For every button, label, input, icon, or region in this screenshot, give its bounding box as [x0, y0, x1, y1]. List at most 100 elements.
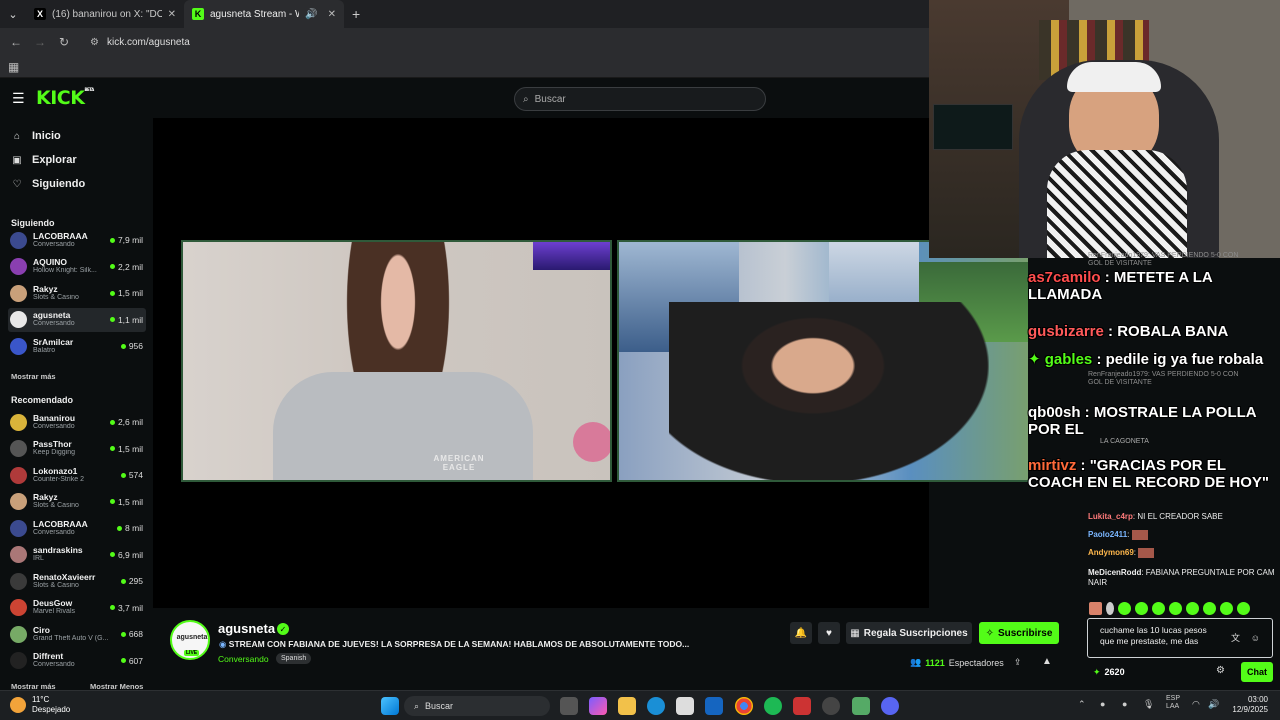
emote-icon[interactable] [1106, 602, 1114, 615]
gift-subs-button[interactable]: ▦ Regala Suscripciones [846, 622, 972, 644]
wifi-icon[interactable]: ◠ [1192, 699, 1200, 710]
new-tab-button[interactable]: + [344, 6, 368, 22]
sidebar-channel[interactable]: Ciro Grand Theft Auto V (G... 668 [8, 622, 146, 646]
url-field[interactable]: ⚙ kick.com/agusneta [84, 32, 190, 52]
channel-avatar [10, 258, 27, 275]
volume-icon[interactable]: 🔊 [1208, 699, 1219, 710]
subscribe-button[interactable]: ✧ Suscribirse [979, 622, 1059, 644]
language-indicator[interactable]: ESP LAA [1166, 695, 1180, 712]
sidebar-channel[interactable]: Rakyz Slots & Casino 1,5 mil [8, 281, 146, 305]
chat-input[interactable]: cuchame las 10 lucas pesos que me presta… [1087, 618, 1273, 658]
video-player[interactable]: AMERICAN EAGLE [153, 118, 1037, 608]
nav-following[interactable]: ♡ Siguiendo [12, 178, 142, 190]
tray-icon[interactable]: ● [1100, 699, 1105, 709]
app-icon[interactable] [822, 697, 840, 715]
store-icon[interactable] [676, 697, 694, 715]
sidebar-channel[interactable]: agusneta Conversando 1,1 mil [8, 307, 146, 332]
sidebar-channel[interactable]: DeusGow Marvel Rivals 3,7 mil [8, 596, 146, 620]
sidebar-channel[interactable]: AQUINO Hollow Knight: Silk... 2,2 mil [8, 255, 146, 279]
emote-icon[interactable] [1135, 602, 1148, 615]
sidebar-channel[interactable]: Diffrent Conversando 607 [8, 649, 146, 673]
emote-icon[interactable] [1186, 602, 1199, 615]
stream-category[interactable]: Conversando [218, 654, 269, 664]
tab-search-icon[interactable]: ⌄ [0, 0, 26, 28]
sidebar-channel[interactable]: Bananirou Conversando 2,6 mil [8, 410, 146, 434]
browser-tab-kick[interactable]: K agusneta Stream - Watch L 🔊 ✕ [184, 0, 344, 28]
file-explorer-icon[interactable] [618, 697, 636, 715]
viewer-count: 👥 1121 Espectadores [910, 657, 1004, 668]
translate-icon[interactable]: 文 [1231, 632, 1240, 644]
heart-icon: ♥ [826, 627, 832, 639]
channel-category: Conversando [33, 240, 75, 248]
sidebar-channel[interactable]: sandraskins IRL 6,9 mil [8, 543, 146, 567]
spotify-icon[interactable] [764, 697, 782, 715]
emote-icon[interactable] [1089, 602, 1102, 615]
site-info-icon[interactable]: ⚙ [90, 37, 99, 48]
app-icon[interactable] [793, 697, 811, 715]
show-more-following[interactable]: Mostrar más [11, 372, 56, 381]
discord-icon[interactable] [881, 697, 899, 715]
sidebar-channel[interactable]: SrAmilcar Balatro 956 [8, 334, 146, 358]
sidebar-channel[interactable]: LACOBRAAA Conversando 8 mil [8, 516, 146, 540]
windows-start-icon[interactable] [381, 697, 399, 715]
recommended-section-title: Recomendado [11, 395, 74, 405]
chrome-icon[interactable] [735, 697, 753, 715]
sidebar-channel[interactable]: RenatoXavieerr Slots & Casino 295 [8, 569, 146, 593]
sidebar-channel[interactable]: PassThor Keep Digging 1,5 mil [8, 437, 146, 461]
live-dot-icon [120, 578, 126, 584]
mic-icon[interactable]: 🎙 [1143, 699, 1154, 710]
share-icon[interactable]: ⇪ [1014, 657, 1022, 668]
channel-avatar [10, 625, 27, 643]
emote-icon[interactable] [1152, 602, 1165, 615]
tray-chevron-icon[interactable]: ⌃ [1078, 699, 1086, 710]
streamer-avatar[interactable]: agusneta LIVE [170, 620, 210, 660]
streamer-name[interactable]: agusneta [218, 621, 275, 636]
report-icon[interactable]: ▲ [1042, 656, 1052, 667]
nav-explore[interactable]: ▣ Explorar [12, 154, 142, 166]
channel-avatar [10, 572, 27, 590]
kick-logo[interactable]: KICKBETA [36, 87, 94, 109]
browser-tab-x[interactable]: X (16) bananirou on X: "DOMINGO ✕ [26, 0, 184, 28]
taskbar-search[interactable]: ⌕ Buscar [404, 696, 550, 716]
speaker-icon[interactable]: 🔊 [305, 9, 317, 20]
menu-icon[interactable]: ☰ [12, 90, 25, 107]
notifications-button[interactable]: 🔔 [790, 622, 812, 644]
app-icon[interactable] [852, 697, 870, 715]
tray-icon[interactable]: ● [1122, 699, 1127, 709]
emote-icon[interactable] [1118, 602, 1131, 615]
emote-icon[interactable] [1203, 602, 1216, 615]
copilot-icon[interactable] [589, 697, 607, 715]
weather-widget[interactable]: 11°C Despejado [10, 695, 70, 714]
task-view-icon[interactable] [560, 697, 578, 715]
channel-avatar [10, 599, 27, 616]
apps-grid-icon[interactable]: ▦ [8, 60, 19, 74]
clock[interactable]: 03:00 12/9/2025 [1232, 695, 1268, 716]
reload-icon[interactable]: ↻ [52, 35, 76, 49]
emote-icon[interactable] [1237, 602, 1250, 615]
chat-send-button[interactable]: Chat [1241, 662, 1273, 682]
channel-viewers: 956 [120, 341, 146, 351]
back-icon[interactable]: ← [4, 35, 28, 49]
home-icon: ⌂ [13, 130, 21, 142]
weather-icon [10, 696, 26, 713]
overlay-message: gusbizarre : ROBALA BANA [1028, 323, 1229, 340]
channel-name: RenatoXavieerr [33, 572, 96, 582]
sidebar-channel[interactable]: Lokonazo1 Counter-Strike 2 574 [8, 463, 146, 487]
follow-button[interactable]: ♥ [818, 622, 840, 644]
language-badge[interactable]: Spanish [276, 653, 312, 664]
sidebar-channel[interactable]: Rakyz Slots & Casino 1,5 mil [8, 490, 146, 514]
outlook-icon[interactable] [705, 697, 723, 715]
search-input[interactable]: ⌕ Buscar [514, 87, 766, 111]
settings-icon[interactable]: ⚙ [1216, 665, 1225, 676]
edge-icon[interactable] [647, 697, 665, 715]
emote-icon[interactable] [1220, 602, 1233, 615]
chat-message: MeDicenRodd: FABIANA PREGUNTALE POR CAM … [1088, 568, 1275, 588]
sidebar-channel[interactable]: LACOBRAAA Conversando 7,9 mil [8, 228, 146, 252]
emote-icon[interactable] [1169, 602, 1182, 615]
channel-name: Diffrent [33, 652, 64, 662]
nav-home[interactable]: ⌂ Inicio [12, 130, 142, 142]
close-tab-icon[interactable]: ✕ [168, 9, 176, 20]
close-tab-icon[interactable]: ✕ [328, 9, 336, 20]
emoji-icon[interactable]: ☺ [1251, 632, 1260, 644]
forward-icon[interactable]: → [28, 35, 52, 49]
